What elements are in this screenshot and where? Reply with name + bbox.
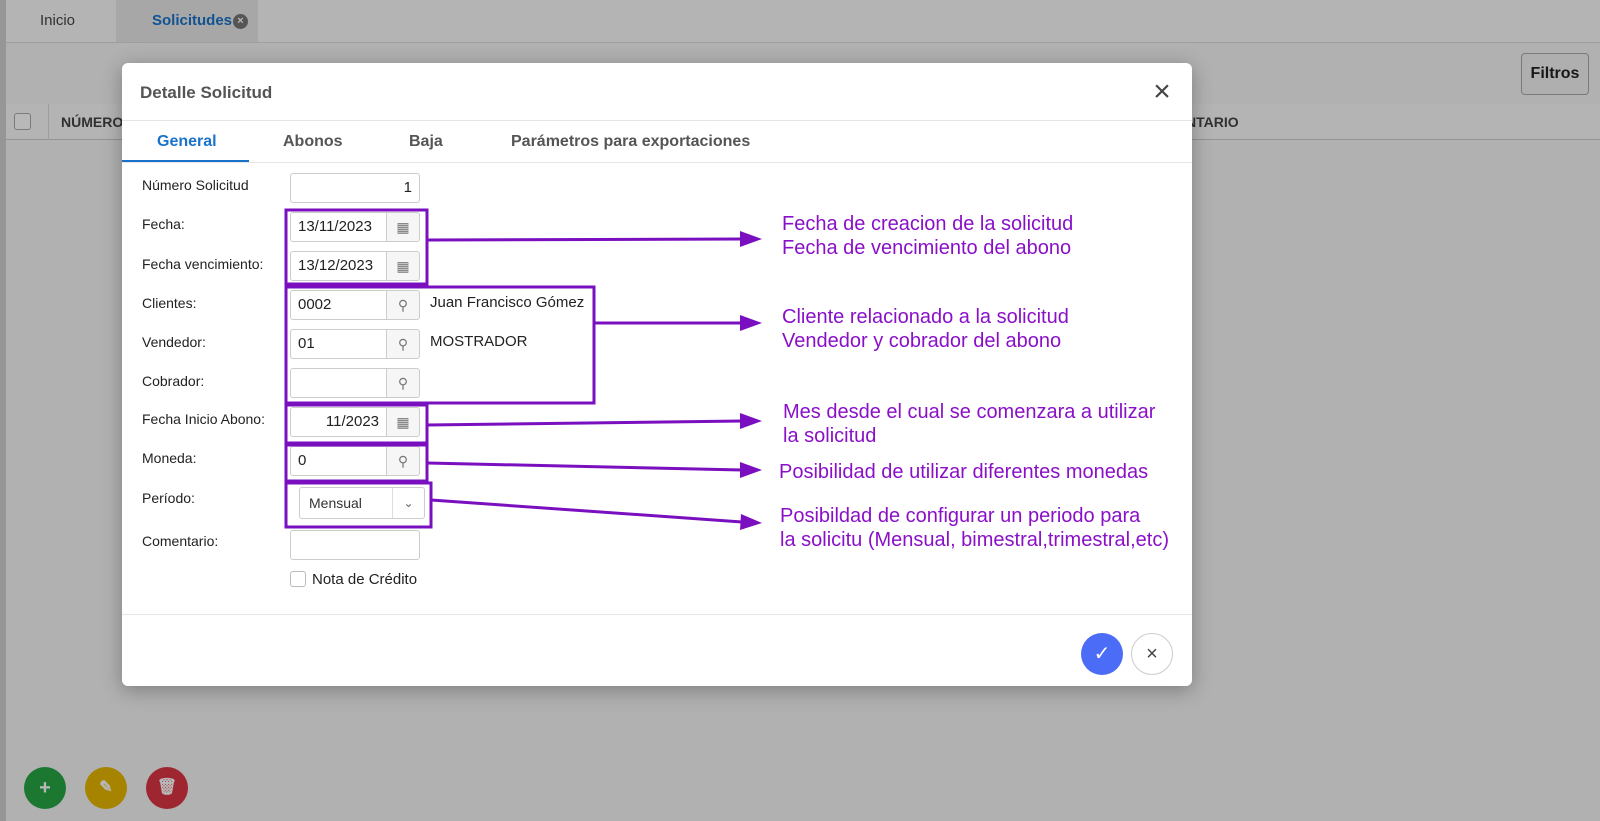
annotation-text: Cliente relacionado a la solicitud [782, 306, 1069, 328]
annotation-text: Posibilidad de utilizar diferentes moned… [779, 461, 1149, 483]
annotation-arrow-fechas [426, 237, 743, 242]
annotation-moneda: Posibilidad de utilizar diferentes moned… [779, 460, 1148, 484]
annotation-clientes: Cliente relacionado a la solicitud Vende… [782, 305, 1069, 353]
annotation-arrow-periodo [430, 498, 743, 524]
annotation-periodo: Posibildad de configurar un periodo para… [780, 504, 1169, 552]
annotation-text: Fecha de vencimiento del abono [782, 237, 1072, 259]
annotation-box-moneda [284, 443, 429, 483]
arrowhead [740, 231, 762, 247]
annotation-box-fechas [284, 208, 429, 286]
arrowhead [740, 413, 762, 429]
annotation-fechas: Fecha de creacion de la solicitud Fecha … [782, 212, 1073, 260]
annotation-arrow-moneda [426, 461, 743, 472]
arrowhead [740, 315, 762, 331]
annotation-text: Vendedor y cobrador del abono [782, 330, 1062, 352]
annotation-text: la solicitud [783, 425, 877, 447]
annotation-text: Posibildad de configurar un periodo para [780, 505, 1141, 527]
annotation-box-periodo [284, 481, 433, 529]
arrowhead [740, 462, 762, 478]
annotation-text: Mes desde el cual se comenzara a utiliza… [783, 401, 1156, 423]
annotation-text: la solicitu (Mensual, bimestral,trimestr… [780, 529, 1169, 551]
annotation-box-clientes [284, 285, 596, 405]
annotation-inicio: Mes desde el cual se comenzara a utiliza… [783, 400, 1155, 448]
annotation-arrow-inicio [426, 419, 743, 427]
annotation-text: Fecha de creacion de la solicitud [782, 213, 1074, 235]
annotation-box-inicio [284, 403, 429, 445]
arrowhead [740, 514, 762, 530]
